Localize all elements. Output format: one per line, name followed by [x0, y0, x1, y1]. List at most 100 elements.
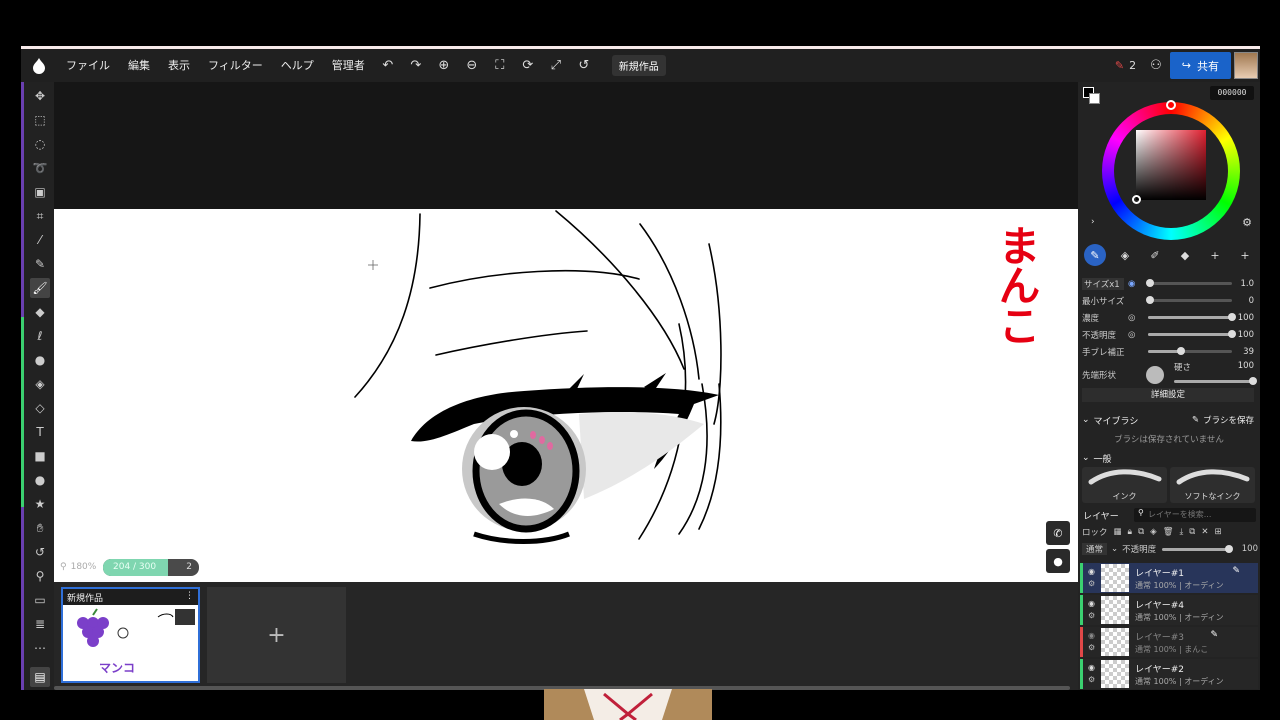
- filmstrip-toggle-icon[interactable]: ▤: [30, 667, 50, 687]
- star-icon[interactable]: ★: [30, 494, 50, 514]
- zoom-tool-icon[interactable]: ⚲: [30, 566, 50, 586]
- duplicate-layer-icon[interactable]: ⧉: [1189, 527, 1195, 537]
- lock-transparency-icon[interactable]: ▦: [1114, 527, 1122, 537]
- menu-edit[interactable]: 編集: [119, 49, 159, 82]
- brush-tab-5[interactable]: +: [1204, 244, 1226, 266]
- detail-settings-button[interactable]: 詳細設定: [1082, 388, 1254, 402]
- rotate-canvas-icon[interactable]: ↺: [30, 542, 50, 562]
- layer-row[interactable]: ◉ ⚙ レイヤー#3 通常 100% | まんこ ✎: [1080, 627, 1258, 657]
- brush-preset-ink[interactable]: インク: [1082, 467, 1167, 503]
- merge-down-icon[interactable]: ⤓: [1180, 527, 1184, 537]
- comment-icon[interactable]: ▭: [30, 590, 50, 610]
- smudge-icon[interactable]: ℓ: [30, 326, 50, 346]
- rect-select-icon[interactable]: ⬚: [30, 110, 50, 130]
- menu-view[interactable]: 表示: [159, 49, 199, 82]
- hex-color-input[interactable]: 000000: [1210, 86, 1254, 100]
- lock-icon[interactable]: 🔒︎: [1128, 527, 1133, 537]
- general-header[interactable]: ⌄ 一般: [1082, 450, 1254, 466]
- thumbnail-menu-icon[interactable]: ⋮: [185, 591, 194, 601]
- layer-options-icon[interactable]: ⚙: [1088, 643, 1095, 652]
- document-title[interactable]: 新規作品: [611, 55, 666, 76]
- layer-options-icon[interactable]: ⚙: [1088, 611, 1095, 620]
- zoom-out-icon[interactable]: ⊖: [458, 49, 486, 82]
- pressure-icon[interactable]: ◉: [1128, 279, 1135, 289]
- pencil-icon[interactable]: ✎: [30, 254, 50, 274]
- blend-mode-select[interactable]: 通常: [1082, 543, 1108, 555]
- brush-icon[interactable]: 🖌︎: [30, 278, 50, 298]
- lasso-icon[interactable]: ➰: [30, 158, 50, 178]
- fill-icon[interactable]: ◈: [30, 374, 50, 394]
- brush-size-row[interactable]: サイズx1 ◉ 1.0: [1082, 276, 1254, 291]
- fullscreen-icon[interactable]: ⤢: [542, 49, 570, 82]
- eyedropper-icon[interactable]: ⁄: [30, 230, 50, 250]
- visibility-eye-icon[interactable]: ◉: [1088, 599, 1095, 608]
- zoom-in-icon[interactable]: ⊕: [430, 49, 458, 82]
- tip-shape-row[interactable]: 先端形状 硬さ 100: [1082, 361, 1257, 388]
- layer-row[interactable]: ◉ ⚙ レイヤー#4 通常 100% | オーディン: [1080, 595, 1258, 625]
- expand-panel-icon[interactable]: ›: [1091, 217, 1095, 227]
- brush-preset-soft-ink[interactable]: ソフトなインク: [1170, 467, 1255, 503]
- gradient-eraser-icon[interactable]: ◇: [30, 398, 50, 418]
- crop-icon[interactable]: ⌗: [30, 206, 50, 226]
- redo-icon[interactable]: ↷: [402, 49, 430, 82]
- fit-icon[interactable]: ⛶: [486, 49, 514, 82]
- density-row[interactable]: 濃度 ◎ 100: [1082, 310, 1254, 325]
- add-layer-icon[interactable]: ⊞: [1214, 527, 1221, 537]
- rectangle-icon[interactable]: ■: [30, 446, 50, 466]
- delete-layer-icon[interactable]: 🗑︎: [1163, 527, 1174, 537]
- call-button[interactable]: ✆: [1046, 521, 1070, 545]
- brush-tab-1[interactable]: ✎: [1084, 244, 1106, 266]
- reference-icon[interactable]: ≣: [30, 614, 50, 634]
- reset-view-icon[interactable]: ↺: [570, 49, 598, 82]
- rotate-icon[interactable]: ⟳: [514, 49, 542, 82]
- hardness-slider[interactable]: [1174, 377, 1257, 385]
- layer-row[interactable]: ◉ ⚙ レイヤー#2 通常 100% | オーディン: [1080, 659, 1258, 689]
- hand-icon[interactable]: ✋︎: [30, 518, 50, 538]
- text-tool-icon[interactable]: T: [30, 422, 50, 442]
- undo-icon[interactable]: ↶: [374, 49, 402, 82]
- layer-opacity-slider[interactable]: [1162, 545, 1233, 553]
- opacity-row[interactable]: 不透明度 ◎ 100: [1082, 327, 1254, 342]
- ellipse-select-icon[interactable]: ◌: [30, 134, 50, 154]
- clip-icon[interactable]: ⧉: [1138, 527, 1144, 537]
- secondary-color-swatch[interactable]: [1089, 93, 1100, 104]
- layer-options-icon[interactable]: ⚙: [1088, 579, 1095, 588]
- add-artwork-button[interactable]: +: [207, 587, 346, 683]
- brush-tab-3[interactable]: ✐: [1144, 244, 1166, 266]
- layer-options-icon[interactable]: ⚙: [1088, 675, 1095, 684]
- circle-icon[interactable]: ●: [30, 470, 50, 490]
- save-brush-button[interactable]: ✎ ブラシを保存: [1192, 413, 1254, 427]
- zoom-indicator[interactable]: ⚲ 180%: [60, 562, 96, 572]
- eraser-icon[interactable]: ◆: [30, 302, 50, 322]
- visibility-eye-icon[interactable]: ◉: [1088, 567, 1095, 576]
- layer-row[interactable]: ◉ ⚙ レイヤー#1 通常 100% | オーディン ✎: [1080, 563, 1258, 593]
- notification-indicator[interactable]: ✎ 2: [1115, 59, 1136, 72]
- fill-layer-icon[interactable]: ◈: [1150, 527, 1157, 537]
- color-square[interactable]: [1136, 130, 1206, 200]
- artwork-thumbnail[interactable]: 新規作品 ⋮ マンコ: [61, 587, 200, 683]
- menu-help[interactable]: ヘルプ: [272, 49, 323, 82]
- avatar[interactable]: [1234, 52, 1258, 79]
- visibility-eye-icon[interactable]: ◉: [1088, 663, 1095, 672]
- pressure-icon[interactable]: ◎: [1128, 330, 1135, 340]
- visibility-eye-icon[interactable]: ◉: [1088, 631, 1095, 640]
- clear-layer-icon[interactable]: ✕: [1201, 527, 1208, 537]
- brush-tab-6[interactable]: +: [1234, 244, 1256, 266]
- move-tool-icon[interactable]: ✥: [30, 86, 50, 106]
- tip-shape-preview[interactable]: [1146, 366, 1164, 384]
- app-logo-icon[interactable]: [21, 49, 57, 82]
- color-wheel[interactable]: [1102, 100, 1240, 240]
- chat-button[interactable]: ●: [1046, 549, 1070, 573]
- menu-file[interactable]: ファイル: [57, 49, 119, 82]
- stabilizer-row[interactable]: 手ブレ補正 39: [1082, 344, 1254, 359]
- color-settings-icon[interactable]: ⚙: [1242, 216, 1252, 229]
- menu-admin[interactable]: 管理者: [323, 49, 374, 82]
- add-user-icon[interactable]: ⚇: [1150, 58, 1162, 73]
- more-icon[interactable]: ⋯: [30, 638, 50, 658]
- drawing-canvas[interactable]: まんこ: [54, 209, 1078, 582]
- brush-tab-2[interactable]: ◈: [1114, 244, 1136, 266]
- share-button[interactable]: ↪ 共有: [1169, 52, 1231, 79]
- pressure-icon[interactable]: ◎: [1128, 313, 1135, 323]
- menu-filter[interactable]: フィルター: [199, 49, 272, 82]
- min-size-row[interactable]: 最小サイズ 0: [1082, 293, 1254, 308]
